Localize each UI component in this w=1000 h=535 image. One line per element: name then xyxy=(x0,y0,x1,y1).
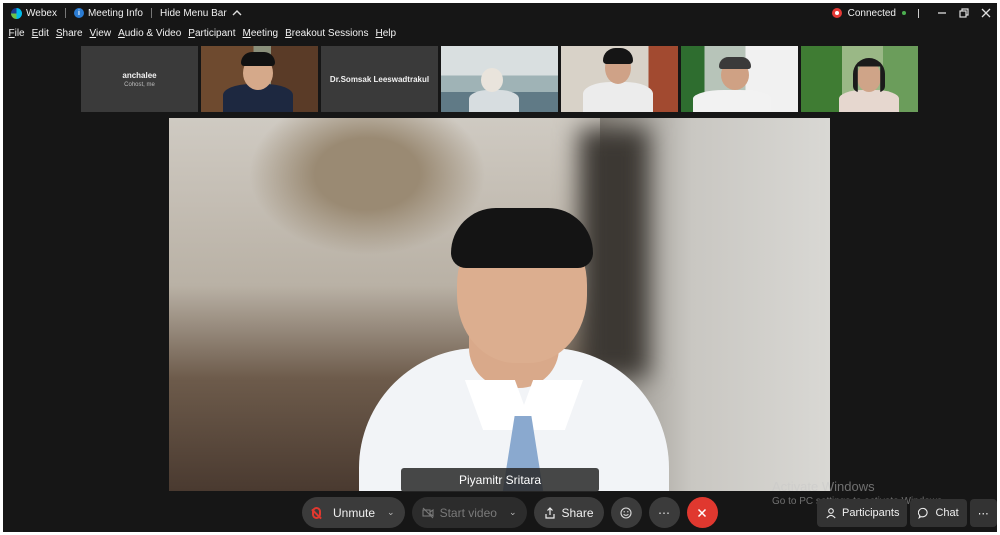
participant-video xyxy=(839,90,899,112)
menu-help[interactable]: Help xyxy=(372,26,400,42)
chevron-up-icon xyxy=(232,10,242,16)
minimize-button[interactable] xyxy=(931,3,953,23)
ellipsis-icon: ⋯ xyxy=(658,505,671,520)
panel-controls: Participants Chat ⋯ xyxy=(817,499,997,527)
participant-thumbnail[interactable]: anchalee Cohost, me xyxy=(81,46,198,112)
menu-audio-video[interactable]: Audio & Video xyxy=(115,26,185,42)
watermark-title: Activate Windows xyxy=(772,479,875,494)
meeting-info-label: Meeting Info xyxy=(87,7,143,19)
participant-thumbnail[interactable]: Dr.Somsak Leeswadtrakul xyxy=(321,46,438,112)
start-video-label: Start video xyxy=(439,505,497,520)
divider xyxy=(918,8,919,18)
divider xyxy=(64,8,66,18)
participant-thumbnail[interactable] xyxy=(801,46,918,112)
close-icon xyxy=(698,508,707,517)
participant-thumbnail[interactable] xyxy=(441,46,558,112)
chat-label: Chat xyxy=(935,507,959,519)
participant-role: Cohost, me xyxy=(124,81,155,88)
speaker-hair xyxy=(451,208,593,268)
connection-icon xyxy=(831,8,842,18)
connected-indicator-icon xyxy=(902,11,906,15)
video-off-icon xyxy=(422,507,434,518)
chat-button[interactable]: Chat xyxy=(910,499,967,527)
menu-participant[interactable]: Participant xyxy=(185,26,239,42)
chat-icon xyxy=(918,507,929,519)
more-panels-button[interactable]: ⋯ xyxy=(969,499,997,527)
hide-menu-bar-label: Hide Menu Bar xyxy=(160,7,227,19)
start-video-button[interactable]: Start video ⌄ xyxy=(411,497,527,528)
app-name[interactable]: Webex xyxy=(7,3,61,23)
menu-view[interactable]: View xyxy=(86,26,115,42)
share-label: Share xyxy=(561,505,594,520)
menu-share[interactable]: Share xyxy=(52,26,86,42)
unmute-label: Unmute xyxy=(333,505,376,520)
person-icon xyxy=(826,508,836,519)
chevron-down-icon[interactable]: ⌄ xyxy=(387,507,395,518)
active-speaker-video[interactable] xyxy=(169,118,830,491)
share-button[interactable]: Share xyxy=(533,497,604,528)
participant-thumbnail[interactable] xyxy=(561,46,678,112)
close-icon xyxy=(981,8,991,18)
speaker-name-label: Piyamitr Sritara xyxy=(401,468,599,492)
participant-name: anchalee xyxy=(122,70,157,80)
menu-file[interactable]: File xyxy=(5,26,28,42)
speaker-name: Piyamitr Sritara xyxy=(458,473,541,487)
close-button[interactable] xyxy=(975,3,997,23)
webex-meeting-window: Webex i Meeting Info Hide Menu Bar Conne… xyxy=(3,3,997,532)
participant-hair xyxy=(241,52,275,66)
restore-button[interactable] xyxy=(953,3,975,23)
reactions-button[interactable] xyxy=(610,497,642,528)
app-name-label: Webex xyxy=(26,7,57,19)
participant-thumbnail[interactable] xyxy=(201,46,318,112)
info-icon: i xyxy=(73,8,84,18)
participant-thumbnail-strip: anchalee Cohost, me Dr.Somsak Leeswadtra… xyxy=(81,46,918,112)
microphone-muted-icon xyxy=(312,506,321,519)
smiley-icon xyxy=(620,506,632,519)
menu-bar: File Edit Share View Audio & Video Parti… xyxy=(5,26,400,42)
participant-hair xyxy=(719,57,751,69)
menu-edit[interactable]: Edit xyxy=(28,26,52,42)
chevron-down-icon[interactable]: ⌄ xyxy=(509,507,517,518)
unmute-button[interactable]: Unmute ⌄ xyxy=(302,497,405,528)
more-options-button[interactable]: ⋯ xyxy=(648,497,680,528)
participant-hair xyxy=(603,48,633,64)
end-call-button[interactable] xyxy=(686,497,718,528)
meeting-info-button[interactable]: i Meeting Info xyxy=(70,3,147,23)
participant-face xyxy=(481,68,503,92)
participant-name: Dr.Somsak Leeswadtrakul xyxy=(329,74,430,84)
divider xyxy=(151,8,152,18)
participants-button[interactable]: Participants xyxy=(817,499,908,527)
menu-breakout-sessions[interactable]: Breakout Sessions xyxy=(282,26,372,42)
menu-meeting[interactable]: Meeting xyxy=(239,26,282,42)
participant-video xyxy=(469,90,519,112)
participant-thumbnail[interactable] xyxy=(681,46,798,112)
share-icon xyxy=(544,506,555,519)
participant-video xyxy=(583,82,653,112)
minimize-icon xyxy=(938,12,946,14)
connection-status: Connected xyxy=(847,7,896,19)
ellipsis-icon: ⋯ xyxy=(977,507,989,520)
title-bar: Webex i Meeting Info Hide Menu Bar Conne… xyxy=(3,3,997,23)
meeting-controls: Unmute ⌄ Start video ⌄ Share ⋯ xyxy=(302,497,718,528)
participant-video xyxy=(693,90,771,112)
restore-icon xyxy=(959,8,969,18)
webex-logo-icon xyxy=(11,7,22,19)
participants-label: Participants xyxy=(842,507,900,519)
hide-menu-bar-button[interactable]: Hide Menu Bar xyxy=(156,3,247,23)
